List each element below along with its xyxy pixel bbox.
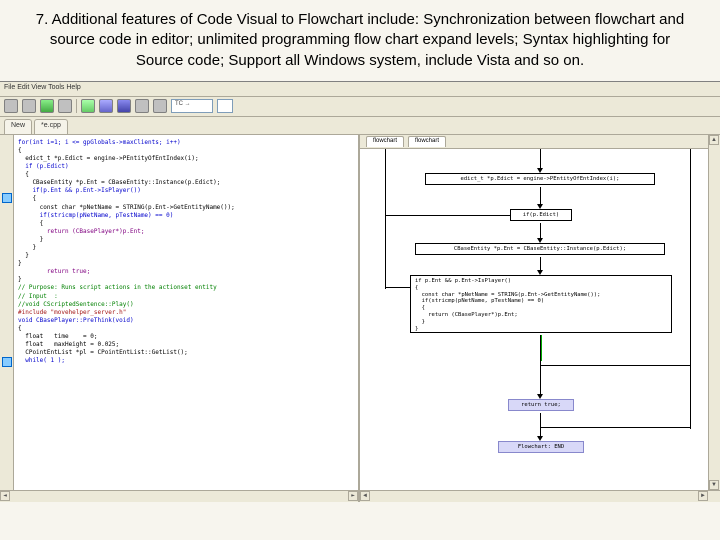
run-icon[interactable] bbox=[40, 99, 54, 113]
flow-connector bbox=[540, 427, 690, 428]
scroll-left-icon[interactable]: ◄ bbox=[360, 491, 370, 501]
level-field[interactable] bbox=[217, 99, 233, 113]
flow-node-return[interactable]: return true; bbox=[508, 399, 574, 411]
flow-node-assign[interactable]: CBaseEntity *p.Ent = CBaseEntity::Instan… bbox=[415, 243, 665, 255]
flowchart-tabs: flowchart flowchart bbox=[360, 135, 720, 149]
tool-icon[interactable] bbox=[135, 99, 149, 113]
scroll-up-icon[interactable]: ▲ bbox=[709, 135, 719, 145]
code-hscroll[interactable]: ◄ ► bbox=[0, 490, 358, 502]
flow-vscroll[interactable]: ▲ ▼ bbox=[708, 135, 720, 490]
tab-file[interactable]: *e.cpp bbox=[34, 119, 68, 134]
code-editor-pane[interactable]: for(int i=1; i <= gpGlobals->maxClients;… bbox=[0, 135, 360, 502]
export-pic-icon[interactable] bbox=[117, 99, 131, 113]
flow-node-codeblock[interactable]: if p.Ent && p.Ent->IsPlayer() { const ch… bbox=[410, 275, 672, 333]
flow-node-assign[interactable]: edict_t *p.Edict = engine->PEntityOfEntI… bbox=[425, 173, 655, 185]
scroll-right-icon[interactable]: ► bbox=[348, 491, 358, 501]
flow-node-decision[interactable]: if(p.Edict) bbox=[510, 209, 572, 221]
flow-connector bbox=[385, 215, 510, 216]
bookmark-icon[interactable] bbox=[2, 193, 12, 203]
flow-connector bbox=[540, 335, 541, 397]
file-tabs: New *e.cpp bbox=[0, 117, 720, 135]
menubar[interactable]: File Edit View Tools Help bbox=[0, 82, 720, 97]
bookmark-icon[interactable] bbox=[2, 357, 12, 367]
new-icon[interactable] bbox=[4, 99, 18, 113]
export-word-icon[interactable] bbox=[99, 99, 113, 113]
flow-connector bbox=[690, 149, 691, 429]
code-content: for(int i=1; i <= gpGlobals->maxClients;… bbox=[0, 135, 358, 370]
export-excel-icon[interactable] bbox=[81, 99, 95, 113]
toolbar: TC → bbox=[0, 97, 720, 117]
zoom-field[interactable]: TC → bbox=[171, 99, 213, 113]
flow-connector bbox=[385, 287, 410, 288]
flow-connector bbox=[540, 365, 690, 366]
flowchart-tab-2[interactable]: flowchart bbox=[408, 136, 446, 147]
app-window: File Edit View Tools Help TC → New *e.cp… bbox=[0, 81, 720, 501]
flow-connector bbox=[385, 149, 386, 289]
tab-new[interactable]: New bbox=[4, 119, 32, 134]
flowchart-tab-1[interactable]: flowchart bbox=[366, 136, 404, 147]
scroll-right-icon[interactable]: ► bbox=[698, 491, 708, 501]
flow-node-end[interactable]: Flowchart: END bbox=[498, 441, 584, 453]
separator bbox=[76, 99, 77, 113]
scroll-down-icon[interactable]: ▼ bbox=[709, 480, 719, 490]
gutter bbox=[0, 135, 14, 502]
slide-caption: 7. Additional features of Code Visual to… bbox=[0, 0, 720, 81]
open-icon[interactable] bbox=[22, 99, 36, 113]
save-icon[interactable] bbox=[58, 99, 72, 113]
flow-hscroll[interactable]: ◄ ► bbox=[360, 490, 720, 502]
scroll-left-icon[interactable]: ◄ bbox=[0, 491, 10, 501]
flowchart-pane[interactable]: flowchart flowchart edict_t *p.Edict = e… bbox=[360, 135, 720, 502]
tool2-icon[interactable] bbox=[153, 99, 167, 113]
